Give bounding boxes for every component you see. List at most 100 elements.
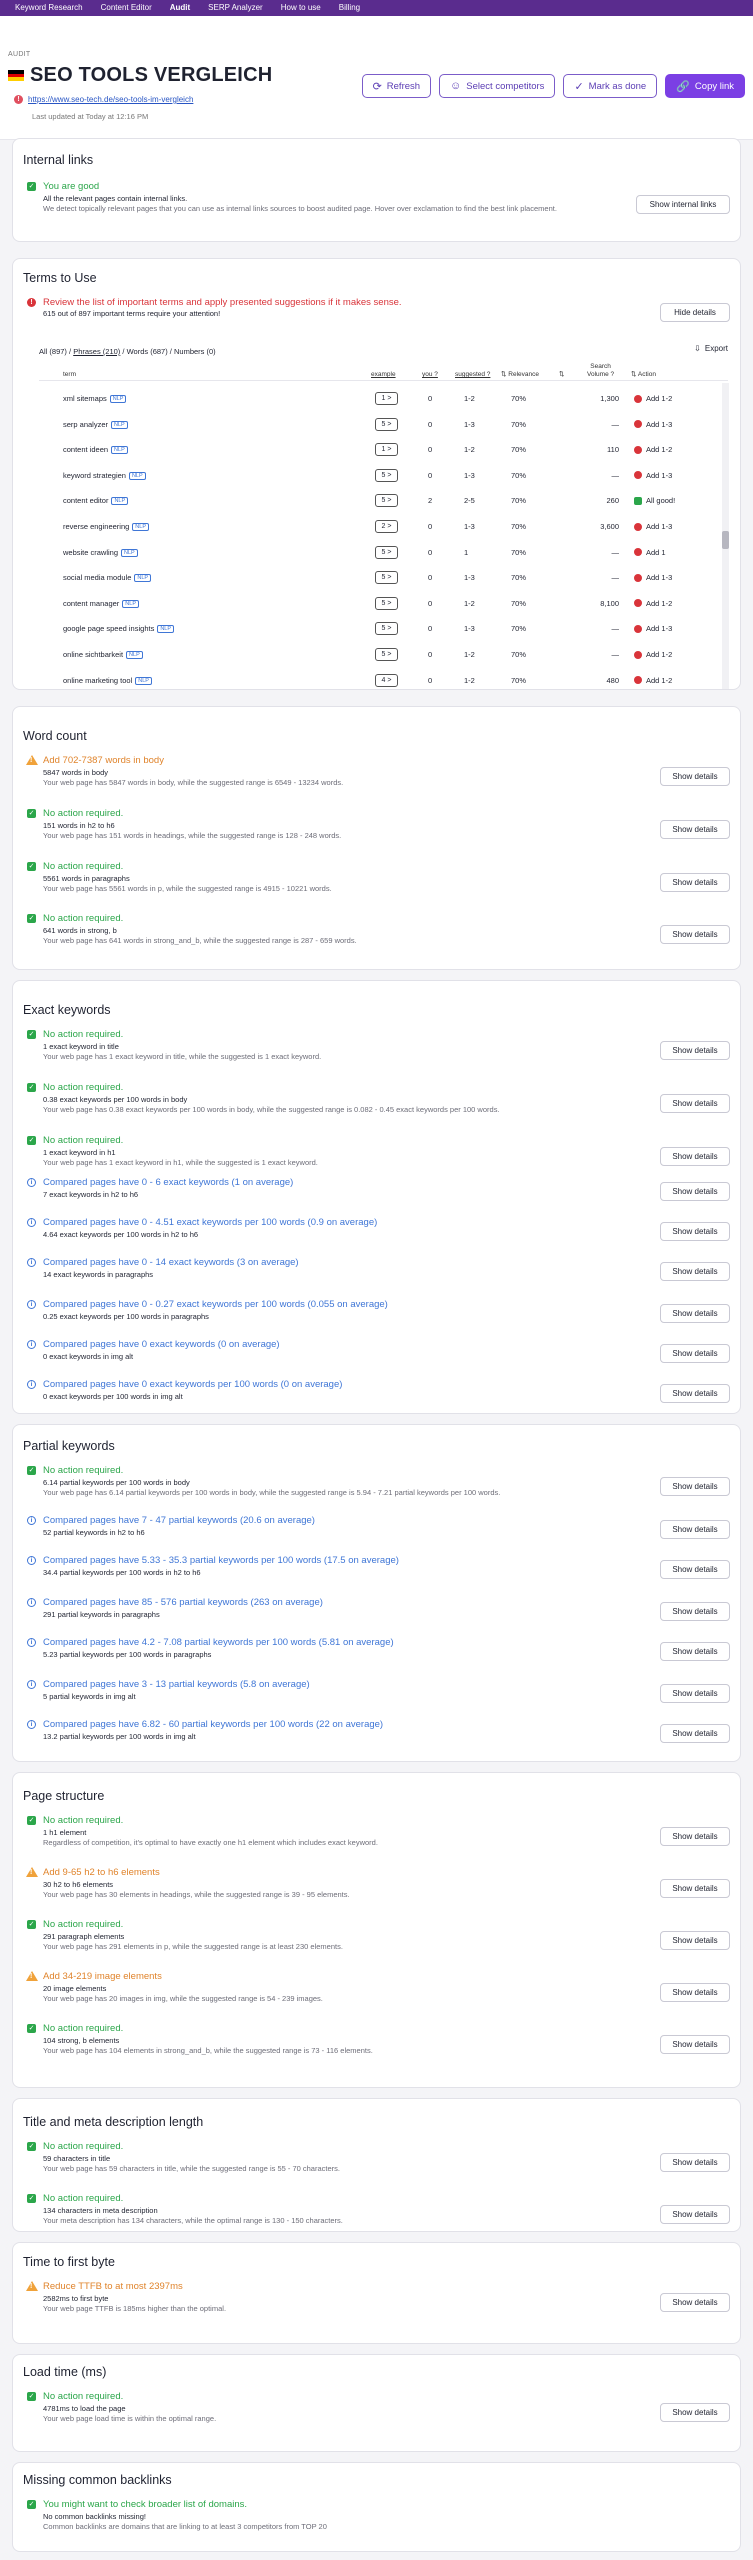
nav-item-content-editor[interactable]: Content Editor xyxy=(92,0,161,16)
show-details-button[interactable]: Show details xyxy=(660,1304,730,1323)
example-button[interactable]: 5 > xyxy=(375,648,398,661)
show-details-button[interactable]: Show details xyxy=(660,1041,730,1060)
nlp-badge: NLP xyxy=(135,676,152,685)
example-button[interactable]: 5 > xyxy=(375,545,398,559)
item-label: 59 characters in title xyxy=(43,2154,111,2163)
example-button[interactable]: 2 > xyxy=(375,520,398,533)
table-scrollbar[interactable] xyxy=(722,383,729,689)
show-details-button[interactable]: Show details xyxy=(660,2205,730,2224)
example-button[interactable]: 5 > xyxy=(375,571,398,585)
item-label: 4781ms to load the page xyxy=(43,2404,126,2413)
section-title: Page structure xyxy=(23,1789,105,1803)
example-button[interactable]: 5 > xyxy=(375,468,398,482)
col-volume[interactable]: Search Volume ? xyxy=(587,363,614,379)
show-details-button[interactable]: Show details xyxy=(660,1642,730,1661)
table-row: content ideen NLP 1 > 0 1-2 70% 110 Add 1-2 xyxy=(39,437,718,463)
page-url-link[interactable]: https://www.seo-tech.de/seo-tools-im-ver… xyxy=(28,95,193,104)
example-button[interactable]: 1 > xyxy=(375,443,398,457)
tab-phrases[interactable]: Phrases (210) xyxy=(73,347,120,356)
show-internal-links-button[interactable]: Show internal links xyxy=(636,195,730,214)
example-button[interactable]: 5 > xyxy=(375,622,398,636)
show-details-button[interactable]: Show details xyxy=(660,1602,730,1621)
col-relevance[interactable]: ⇅ Relevance xyxy=(501,371,539,379)
show-details-button[interactable]: Show details xyxy=(660,2293,730,2312)
info-icon: i xyxy=(27,1516,36,1525)
example-button[interactable]: 5 > xyxy=(375,494,398,508)
col-suggested[interactable]: suggested ? xyxy=(455,371,490,379)
relevance-cell: 70% xyxy=(511,419,527,429)
show-details-button[interactable]: Show details xyxy=(660,767,730,786)
show-details-button[interactable]: Show details xyxy=(660,1520,730,1539)
show-details-button[interactable]: Show details xyxy=(660,1222,730,1241)
show-details-button[interactable]: Show details xyxy=(660,1262,730,1281)
show-details-button[interactable]: Show details xyxy=(660,1983,730,2002)
col-action[interactable]: ⇅ Action xyxy=(631,371,656,379)
nav-item-billing[interactable]: Billing xyxy=(330,0,369,16)
audit-item: ✓ No action required. 151 words in h2 to h… xyxy=(23,808,730,848)
show-details-button[interactable]: Show details xyxy=(660,1094,730,1113)
col-example[interactable]: example xyxy=(371,371,396,379)
show-details-button[interactable]: Show details xyxy=(660,1560,730,1579)
show-details-button[interactable]: Show details xyxy=(660,873,730,892)
copy-link-button[interactable]: 🔗 Copy link xyxy=(665,74,745,98)
nav-item-keyword-research[interactable]: Keyword Research xyxy=(6,0,92,16)
show-details-button[interactable]: Show details xyxy=(660,1147,730,1166)
show-details-button[interactable]: Show details xyxy=(660,1182,730,1201)
example-button[interactable]: 1 > xyxy=(375,392,398,405)
example-button[interactable]: 5 > xyxy=(375,596,398,610)
select-competitors-button[interactable]: ☺ Select competitors xyxy=(439,74,556,98)
nav-item-how-to-use[interactable]: How to use xyxy=(272,0,330,16)
nlp-badge: NLP xyxy=(134,574,152,583)
section-title: Missing common backlinks xyxy=(23,2473,172,2487)
sort-icon[interactable]: ⇅ xyxy=(559,371,564,379)
show-details-button[interactable]: Show details xyxy=(660,1827,730,1846)
action-cell: Add 1-3 xyxy=(634,471,672,480)
item-status: You might want to check broader list of … xyxy=(43,2499,248,2510)
item-desc: Common backlinks are domains that are li… xyxy=(43,2522,327,2531)
item-status: Compared pages have 0 exact keywords (0 … xyxy=(43,1339,280,1350)
export-button[interactable]: ⇩ Export xyxy=(694,344,728,353)
refresh-button[interactable]: ⟳ Refresh xyxy=(361,74,432,98)
show-details-button[interactable]: Show details xyxy=(660,1879,730,1898)
example-button[interactable]: 5 > xyxy=(375,417,398,431)
section-card-5: Time to first byte! Reduce TTFB to at mos… xyxy=(12,2242,741,2344)
show-details-button[interactable]: Show details xyxy=(660,2403,730,2422)
item-desc: Your web page has 5847 words in body, wh… xyxy=(43,778,344,787)
item-label: No common backlinks missing! xyxy=(43,2512,146,2521)
tab-words[interactable]: Words (687) xyxy=(127,347,168,356)
suggested-cell: 1-2 xyxy=(464,650,475,659)
you-cell: 0 xyxy=(428,675,433,685)
col-you[interactable]: you ? xyxy=(422,371,438,379)
audit-item: ✓ No action required. 4781ms to load the p… xyxy=(23,2391,730,2431)
status-dot-icon xyxy=(634,420,642,429)
show-details-button[interactable]: Show details xyxy=(660,1384,730,1403)
example-button[interactable]: 4 > xyxy=(375,673,398,687)
item-status: No action required. xyxy=(43,2193,124,2204)
item-desc: Your web page has 151 words in headings,… xyxy=(43,831,342,840)
scrollbar-thumb[interactable] xyxy=(722,531,729,549)
show-details-button[interactable]: Show details xyxy=(660,925,730,944)
section-title: Terms to Use xyxy=(23,271,97,285)
show-details-button[interactable]: Show details xyxy=(660,1477,730,1496)
tab-all[interactable]: All (897) xyxy=(39,347,67,356)
refresh-icon: ⟳ xyxy=(372,80,382,93)
show-details-button[interactable]: Show details xyxy=(660,1931,730,1950)
item-label: 5847 words in body xyxy=(43,768,109,777)
show-details-button[interactable]: Show details xyxy=(660,2153,730,2172)
mark-as-done-button[interactable]: ✓ Mark as done xyxy=(563,74,658,98)
term-cell: reverse engineering NLP xyxy=(63,522,149,531)
hide-details-button[interactable]: Hide details xyxy=(660,303,730,322)
show-details-button[interactable]: Show details xyxy=(660,1344,730,1363)
show-details-button[interactable]: Show details xyxy=(660,2035,730,2054)
info-icon: i xyxy=(27,1598,36,1607)
audit-item: i Compared pages have 0 - 4.51 exact keyw… xyxy=(23,1217,730,1257)
nav-item-serp-analyzer[interactable]: SERP Analyzer xyxy=(199,0,272,16)
col-term: term xyxy=(63,371,76,378)
tab-numbers[interactable]: Numbers (0) xyxy=(174,347,216,356)
item-label: 5561 words in paragraphs xyxy=(43,874,130,883)
warning-icon: ! xyxy=(26,1867,38,1877)
show-details-button[interactable]: Show details xyxy=(660,1684,730,1703)
show-details-button[interactable]: Show details xyxy=(660,820,730,839)
nav-item-audit[interactable]: Audit xyxy=(161,0,199,16)
show-details-button[interactable]: Show details xyxy=(660,1724,730,1743)
